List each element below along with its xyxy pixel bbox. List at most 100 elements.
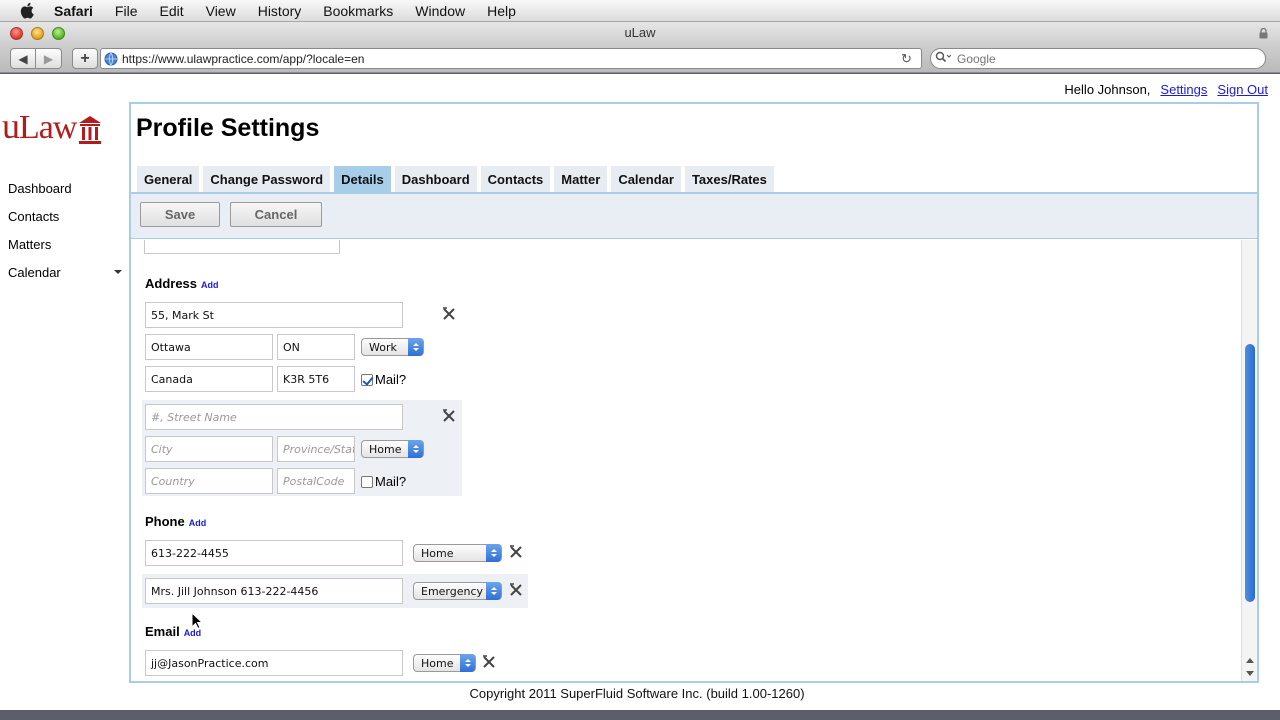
country-input-empty[interactable]: Country (145, 468, 273, 494)
greeting-text: Hello Johnson, (1064, 82, 1151, 97)
mail-checkbox[interactable] (361, 475, 373, 488)
copyright-footer: Copyright 2011 SuperFluid Software Inc. … (469, 686, 805, 701)
settings-link[interactable]: Settings (1160, 82, 1207, 97)
scroll-down-icon[interactable] (1246, 671, 1254, 676)
ulaw-logo[interactable]: uLaw (2, 108, 102, 145)
browser-toolbar: ◀ ▶ + https://www.ulawpractice.com/app/?… (0, 44, 1280, 73)
menu-window[interactable]: Window (415, 3, 465, 19)
mail-checkbox-row: Mail? (361, 474, 406, 489)
caret-down-icon[interactable] (114, 270, 122, 274)
logo-text: uLaw (2, 106, 77, 146)
menu-file[interactable]: File (115, 3, 138, 19)
forward-arrow-icon: ▶ (43, 51, 54, 66)
mail-label: Mail? (375, 474, 407, 489)
menu-edit[interactable]: Edit (159, 3, 183, 19)
menu-history[interactable]: History (258, 3, 302, 19)
address-type-select[interactable]: Home (361, 440, 424, 458)
vertical-scrollbar[interactable] (1241, 240, 1257, 681)
province-input[interactable]: ON (277, 334, 355, 360)
sidebar-item-label: Calendar (8, 264, 61, 280)
sidebar-item-dashboard[interactable]: Dashboard (8, 174, 124, 202)
address-bar[interactable]: https://www.ulawpractice.com/app/?locale… (100, 48, 922, 69)
menu-safari[interactable]: Safari (54, 3, 93, 19)
phone-input[interactable]: 613-222-4455 (145, 540, 403, 566)
back-button[interactable]: ◀ (10, 48, 36, 69)
mail-checkbox[interactable] (361, 373, 373, 386)
globe-icon (104, 52, 118, 66)
partial-field[interactable] (144, 240, 340, 254)
cancel-button[interactable]: Cancel (230, 202, 322, 227)
menu-help[interactable]: Help (487, 3, 516, 19)
search-input[interactable] (957, 51, 1247, 66)
email-type-select[interactable]: Home (413, 654, 476, 672)
window-title: uLaw (624, 25, 656, 40)
scrollbar-thumb[interactable] (1245, 344, 1255, 602)
tab-change-password[interactable]: Change Password (203, 166, 331, 192)
menu-view[interactable]: View (206, 3, 236, 19)
postal-code-input-empty[interactable]: PostalCode (277, 468, 355, 494)
page-title: Profile Settings (136, 114, 320, 142)
tab-details[interactable]: Details (334, 166, 391, 192)
country-input[interactable]: Canada (145, 366, 273, 392)
stepper-icon (486, 582, 501, 600)
stepper-icon (486, 544, 501, 562)
sidebar-item-label: Dashboard (8, 180, 72, 196)
phone-type-select[interactable]: Emergency (413, 582, 502, 600)
add-address-link[interactable]: Add (201, 280, 219, 290)
sidebar-item-calendar[interactable]: Calendar (8, 258, 124, 286)
settings-tabs: General Change Password Details Dashboar… (137, 166, 774, 192)
tab-calendar[interactable]: Calendar (611, 166, 681, 192)
remove-address-icon[interactable] (441, 306, 457, 322)
address-section-label: Address Add (145, 276, 219, 291)
apple-icon[interactable] (18, 2, 36, 20)
search-icon (935, 51, 957, 66)
mac-menubar: Safari File Edit View History Bookmarks … (0, 0, 1280, 22)
action-bar: Save Cancel (131, 192, 1257, 239)
scroll-up-icon[interactable] (1246, 658, 1254, 663)
postal-code-input[interactable]: K3R 5T6 (277, 366, 355, 392)
address-type-select[interactable]: Work (361, 338, 424, 356)
tab-taxes-rates[interactable]: Taxes/Rates (684, 166, 774, 192)
tab-contacts[interactable]: Contacts (480, 166, 551, 192)
menu-bookmarks[interactable]: Bookmarks (323, 3, 393, 19)
remove-email-icon[interactable] (481, 654, 497, 670)
remove-phone-icon[interactable] (508, 582, 524, 598)
reload-icon[interactable]: ↻ (901, 51, 917, 67)
province-input-empty[interactable]: Province/State (277, 436, 355, 462)
details-form: Address Add 55, Mark St Ottawa ON Work C… (131, 240, 1257, 681)
save-button[interactable]: Save (140, 202, 220, 227)
tab-general[interactable]: General (137, 166, 200, 192)
add-phone-link[interactable]: Add (189, 518, 207, 528)
stepper-icon (408, 338, 423, 356)
back-arrow-icon: ◀ (18, 51, 28, 66)
profile-settings-panel: Profile Settings General Change Password… (129, 102, 1259, 683)
courthouse-icon (78, 115, 102, 145)
sidebar-nav: Dashboard Contacts Matters Calendar (8, 174, 124, 286)
sidebar-item-label: Contacts (8, 208, 60, 224)
mail-checkbox-row: Mail? (361, 372, 406, 387)
sign-out-link[interactable]: Sign Out (1217, 82, 1268, 97)
phone-type-select[interactable]: Home (413, 544, 502, 562)
remove-phone-icon[interactable] (508, 544, 524, 560)
lock-icon (1259, 27, 1268, 39)
email-input[interactable]: jj@JasonPractice.com (145, 650, 403, 676)
mouse-cursor-icon (191, 611, 204, 630)
sidebar-item-matters[interactable]: Matters (8, 230, 124, 258)
phone-input[interactable]: Mrs. Jill Johnson 613-222-4456 (145, 578, 403, 604)
street-input[interactable]: 55, Mark St (145, 302, 403, 328)
user-bar: Hello Johnson, Settings Sign Out (1064, 82, 1268, 97)
remove-address-icon[interactable] (441, 408, 457, 424)
stepper-icon (408, 440, 423, 458)
add-bookmark-button[interactable]: + (72, 48, 98, 69)
stepper-icon (460, 654, 475, 672)
city-input-empty[interactable]: City (145, 436, 273, 462)
tab-dashboard[interactable]: Dashboard (394, 166, 477, 192)
city-input[interactable]: Ottawa (145, 334, 273, 360)
forward-button[interactable]: ▶ (36, 48, 62, 69)
search-field[interactable] (930, 48, 1266, 69)
street-input-empty[interactable]: #, Street Name (145, 404, 403, 430)
sidebar-item-contacts[interactable]: Contacts (8, 202, 124, 230)
tab-matter[interactable]: Matter (554, 166, 608, 192)
mail-label: Mail? (375, 372, 407, 387)
url-text[interactable]: https://www.ulawpractice.com/app/?locale… (122, 52, 901, 66)
